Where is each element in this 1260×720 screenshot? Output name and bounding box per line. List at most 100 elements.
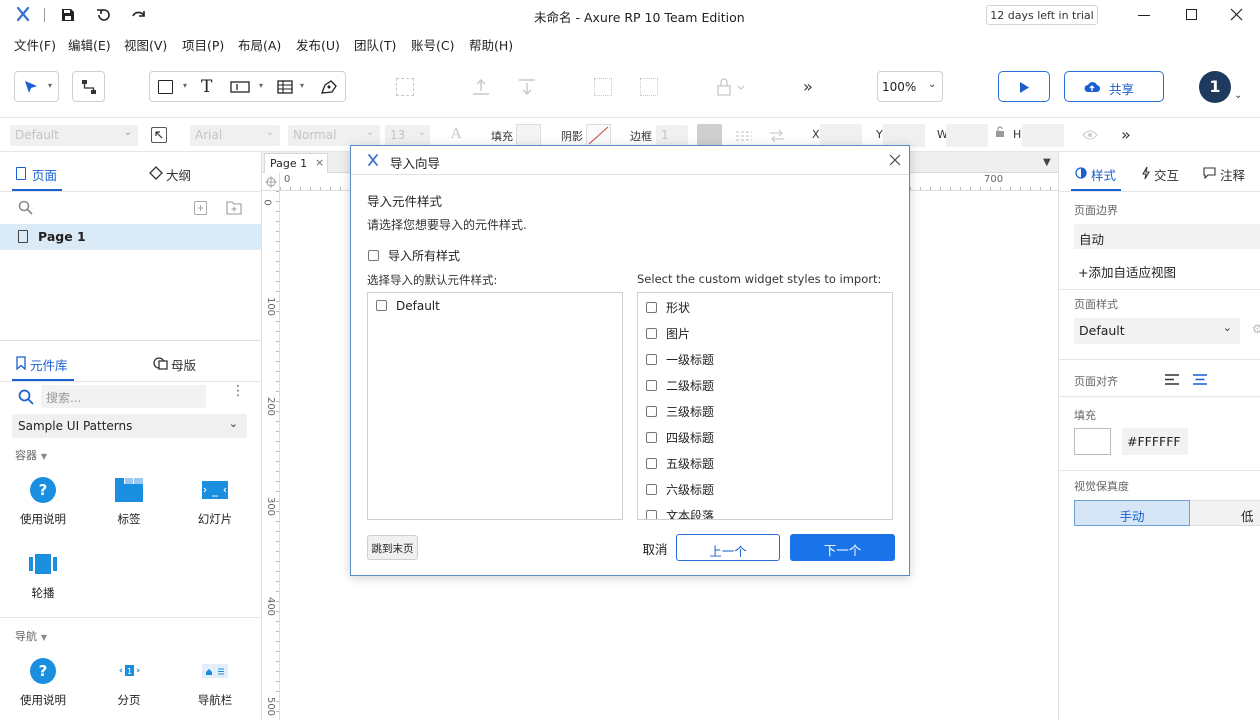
add-adaptive-view-link[interactable]: +添加自适应视图: [1078, 262, 1176, 281]
close-icon[interactable]: [1230, 8, 1243, 21]
play-icon: [1019, 82, 1029, 96]
custom-style-checkbox[interactable]: [646, 354, 657, 365]
style-select[interactable]: Default ⌄: [10, 125, 138, 146]
select-mode-button[interactable]: ▾: [14, 71, 59, 102]
style-manage-icon[interactable]: [151, 127, 167, 143]
align-left-icon[interactable]: [1165, 374, 1179, 388]
widget-instructions[interactable]: ? 使用说明: [13, 477, 73, 527]
shadow-swatch[interactable]: [586, 124, 611, 147]
chevron-down-icon: ▾: [48, 81, 53, 90]
chevron-down-icon[interactable]: ▾: [259, 81, 263, 90]
menu-arrange[interactable]: 布局(A): [238, 35, 281, 54]
fidelity-manual-option[interactable]: 手动: [1074, 500, 1190, 526]
more-options-icon[interactable]: ⋮: [231, 384, 245, 398]
menu-account[interactable]: 账号(C): [411, 35, 454, 54]
section-containers[interactable]: 容器 ▼: [15, 447, 47, 463]
align-center-icon[interactable]: [1193, 374, 1207, 388]
custom-style-checkbox[interactable]: [646, 510, 657, 519]
widget-tabs[interactable]: 标签: [99, 477, 159, 527]
menu-publish[interactable]: 发布(U): [296, 35, 340, 54]
chevron-down-icon[interactable]: ▾: [183, 81, 187, 90]
table-icon[interactable]: [277, 80, 293, 97]
widget-navbar[interactable]: 导航栏: [185, 658, 245, 708]
custom-style-checkbox[interactable]: [646, 458, 657, 469]
arrow-style-icon: [769, 129, 785, 146]
input-field-icon[interactable]: [230, 80, 250, 97]
widget-slideshow[interactable]: 幻灯片: [185, 477, 245, 527]
edit-style-icon[interactable]: ⚙: [1252, 322, 1260, 336]
text-icon[interactable]: T: [201, 77, 212, 97]
menu-view[interactable]: 视图(V): [124, 35, 167, 54]
custom-style-checkbox[interactable]: [646, 432, 657, 443]
search-icon[interactable]: [18, 200, 33, 218]
lock-icon: [716, 77, 746, 100]
maximize-icon[interactable]: [1186, 9, 1197, 20]
custom-style-checkbox[interactable]: [646, 380, 657, 391]
custom-style-item[interactable]: 形状: [646, 299, 690, 316]
menu-edit[interactable]: 编辑(E): [68, 35, 111, 54]
tabs-dropdown-icon[interactable]: ▼: [1043, 157, 1051, 168]
add-folder-icon[interactable]: [226, 200, 242, 218]
menu-help[interactable]: 帮助(H): [469, 35, 513, 54]
custom-style-item[interactable]: 文本段落: [646, 507, 714, 519]
chevron-down-icon[interactable]: ⌄: [1234, 90, 1242, 101]
more-props-icon[interactable]: »: [1121, 125, 1131, 144]
page-style-select[interactable]: Default ⌄: [1074, 318, 1240, 344]
fill-hex-field[interactable]: #FFFFFF: [1122, 428, 1188, 455]
connector-button[interactable]: [72, 71, 105, 102]
widget-carousel[interactable]: 轮播: [13, 551, 73, 601]
custom-style-item[interactable]: 图片: [646, 325, 690, 342]
next-button[interactable]: 下一个: [790, 534, 895, 561]
close-tab-icon[interactable]: ×: [315, 156, 324, 169]
default-style-label: Default: [396, 299, 440, 313]
custom-style-item[interactable]: 二级标题: [646, 377, 714, 394]
previous-button[interactable]: 上一个: [676, 534, 780, 561]
custom-style-item[interactable]: 四级标题: [646, 429, 714, 446]
skip-to-end-button[interactable]: 跳到末页: [367, 535, 418, 560]
custom-style-checkbox[interactable]: [646, 302, 657, 313]
user-avatar[interactable]: 1: [1199, 71, 1231, 103]
page-dimension-select[interactable]: 自动: [1074, 224, 1260, 249]
library-select[interactable]: Sample UI Patterns ⌄: [12, 414, 247, 438]
cancel-button[interactable]: 取消: [638, 539, 672, 559]
menu-team[interactable]: 团队(T): [354, 35, 396, 54]
canvas-tab-page-1[interactable]: Page 1 ×: [264, 153, 328, 173]
zoom-select[interactable]: 100% ⌄: [877, 71, 943, 102]
minimize-icon[interactable]: [1138, 15, 1150, 16]
share-button[interactable]: 共享: [1064, 71, 1164, 102]
custom-style-checkbox[interactable]: [646, 484, 657, 495]
chevron-down-icon[interactable]: ▾: [300, 81, 304, 90]
menu-file[interactable]: 文件(F): [14, 35, 56, 54]
pen-icon[interactable]: [320, 79, 338, 98]
import-all-checkbox[interactable]: [368, 250, 379, 261]
custom-style-item[interactable]: 五级标题: [646, 455, 714, 472]
custom-style-item[interactable]: 一级标题: [646, 351, 714, 368]
section-divider: [1059, 289, 1260, 290]
widget-nav-instructions[interactable]: ? 使用说明: [13, 658, 73, 708]
redo-icon[interactable]: [131, 8, 146, 22]
custom-style-item[interactable]: 三级标题: [646, 403, 714, 420]
undo-icon[interactable]: [96, 8, 110, 22]
default-style-item[interactable]: Default: [376, 299, 440, 313]
save-icon[interactable]: [61, 8, 75, 22]
custom-style-item[interactable]: 六级标题: [646, 481, 714, 498]
fill-swatch[interactable]: [516, 124, 541, 147]
rectangle-icon[interactable]: [158, 80, 173, 94]
more-tools-icon[interactable]: »: [803, 77, 813, 96]
library-search-input[interactable]: 搜索...: [41, 385, 206, 408]
dialog-close-icon[interactable]: [889, 154, 901, 169]
fill-color-swatch[interactable]: [1074, 428, 1111, 455]
preview-button[interactable]: [998, 71, 1050, 102]
page-item-page-1[interactable]: Page 1: [0, 224, 261, 250]
border-color-swatch[interactable]: [697, 124, 722, 147]
widget-pagination[interactable]: 1 分页: [99, 658, 159, 708]
menu-project[interactable]: 项目(P): [182, 35, 224, 54]
trial-badge[interactable]: 12 days left in trial: [986, 5, 1098, 25]
custom-style-checkbox[interactable]: [646, 328, 657, 339]
default-style-checkbox[interactable]: [376, 300, 387, 311]
add-page-icon[interactable]: [194, 201, 207, 215]
import-all-checkbox-row[interactable]: 导入所有样式: [368, 247, 460, 264]
fidelity-low-option[interactable]: 低: [1190, 500, 1260, 526]
custom-style-checkbox[interactable]: [646, 406, 657, 417]
section-navigation[interactable]: 导航 ▼: [15, 628, 47, 644]
